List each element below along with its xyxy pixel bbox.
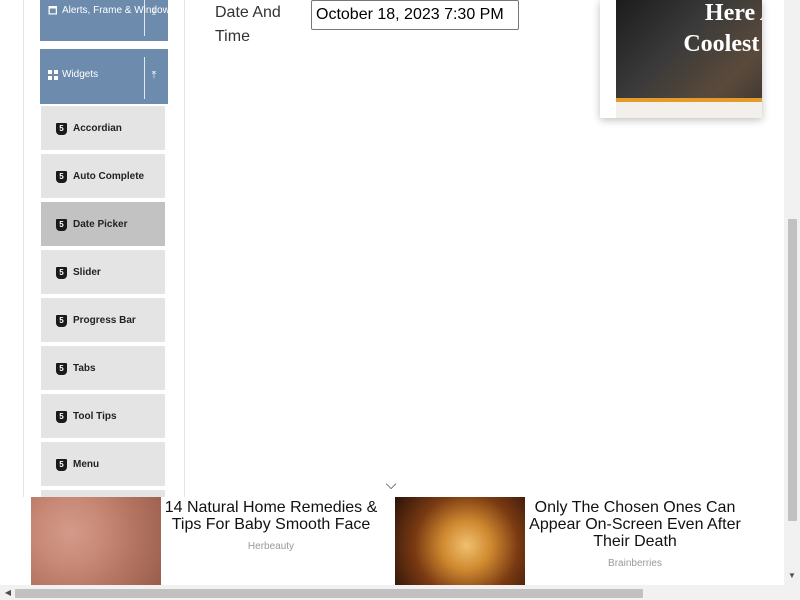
collapse-icon[interactable]: ⤒ [148,70,160,82]
sidebar-group-alerts-frame-windows[interactable]: 🗖 Alerts, Frame & Windows ⤓ [40,0,175,41]
sidebar-item-label: Auto Complete [73,171,145,182]
sidebar-item-slider[interactable]: 5 Slider [41,250,165,296]
sidebar-item-label: Tabs [73,363,96,374]
sidebar-item-menu[interactable]: 5 Menu [41,442,165,488]
sidebar-item-tabs[interactable]: 5 Tabs [41,346,165,392]
html5-icon: 5 [56,219,67,231]
sidebar-item-date-picker[interactable]: 5 Date Picker [41,202,165,248]
html5-icon: 5 [56,459,67,471]
html5-icon: 5 [56,315,67,327]
window-icon: 🗖 [48,6,58,17]
sidebar-group-widgets[interactable]: Widgets ⤒ [40,49,168,104]
ad-title-link[interactable]: 14 Natural Home Remedies & Tips For Baby… [161,499,381,533]
sidebar-item-label: Menu [73,459,100,470]
bottom-ad-bar: 14 Natural Home Remedies & Tips For Baby… [0,497,784,585]
sidebar-item-auto-complete[interactable]: 5 Auto Complete [41,154,165,200]
ad-image: Here Are 2 Coolest Gifts 2023 [616,0,762,98]
ad-source: Herbeauty [247,541,295,552]
html5-icon: 5 [56,123,67,135]
sidebar-right-border [184,0,185,527]
top-ad-banner[interactable]: Here Are 2 Coolest Gifts 2023 [600,0,762,118]
ad-image-face[interactable] [31,497,161,585]
sidebar-item-label: Date Picker [73,219,128,230]
ad-headline: Here Are 2 Coolest Gifts 2023 [683,0,762,57]
sidebar-item-label: Accordian [73,123,122,134]
sidebar-item-label: Tool Tips [73,411,117,422]
scroll-down-icon[interactable]: ▼ [786,570,798,582]
sidebar-group-label: Alerts, Frame & Windows [62,5,175,16]
sidebar-item-tool-tips[interactable]: 5 Tool Tips [41,394,165,440]
group-divider [144,0,145,36]
horizontal-scrollbar-thumb[interactable] [15,589,643,598]
group-divider [144,57,145,99]
html5-icon: 5 [56,411,67,423]
grid-icon [48,70,58,80]
chevron-down-icon[interactable]: ⌵ [384,477,398,491]
ad-image-actor[interactable] [395,497,525,585]
vertical-scrollbar-thumb[interactable] [788,219,797,521]
sidebar-item-label: Progress Bar [73,315,136,326]
content-left-border [23,0,24,527]
expand-icon[interactable]: ⤓ [148,6,160,18]
sidebar-item-accordian[interactable]: 5 Accordian [41,106,165,152]
sidebar-group-label: Widgets [62,69,99,80]
scroll-left-icon[interactable]: ◀ [2,586,14,599]
html5-icon: 5 [56,363,67,375]
ad-title-link[interactable]: Only The Chosen Ones Can Appear On-Scree… [525,499,745,550]
ad-source: Brainberries [608,558,662,569]
html5-icon: 5 [56,171,67,183]
date-time-label: Date And Time [215,4,281,45]
sidebar-item-label: Slider [73,267,101,278]
ad-footer-strip [616,102,762,118]
date-time-input[interactable] [311,0,519,30]
html5-icon: 5 [56,267,67,279]
sidebar-item-progress-bar[interactable]: 5 Progress Bar [41,298,165,344]
